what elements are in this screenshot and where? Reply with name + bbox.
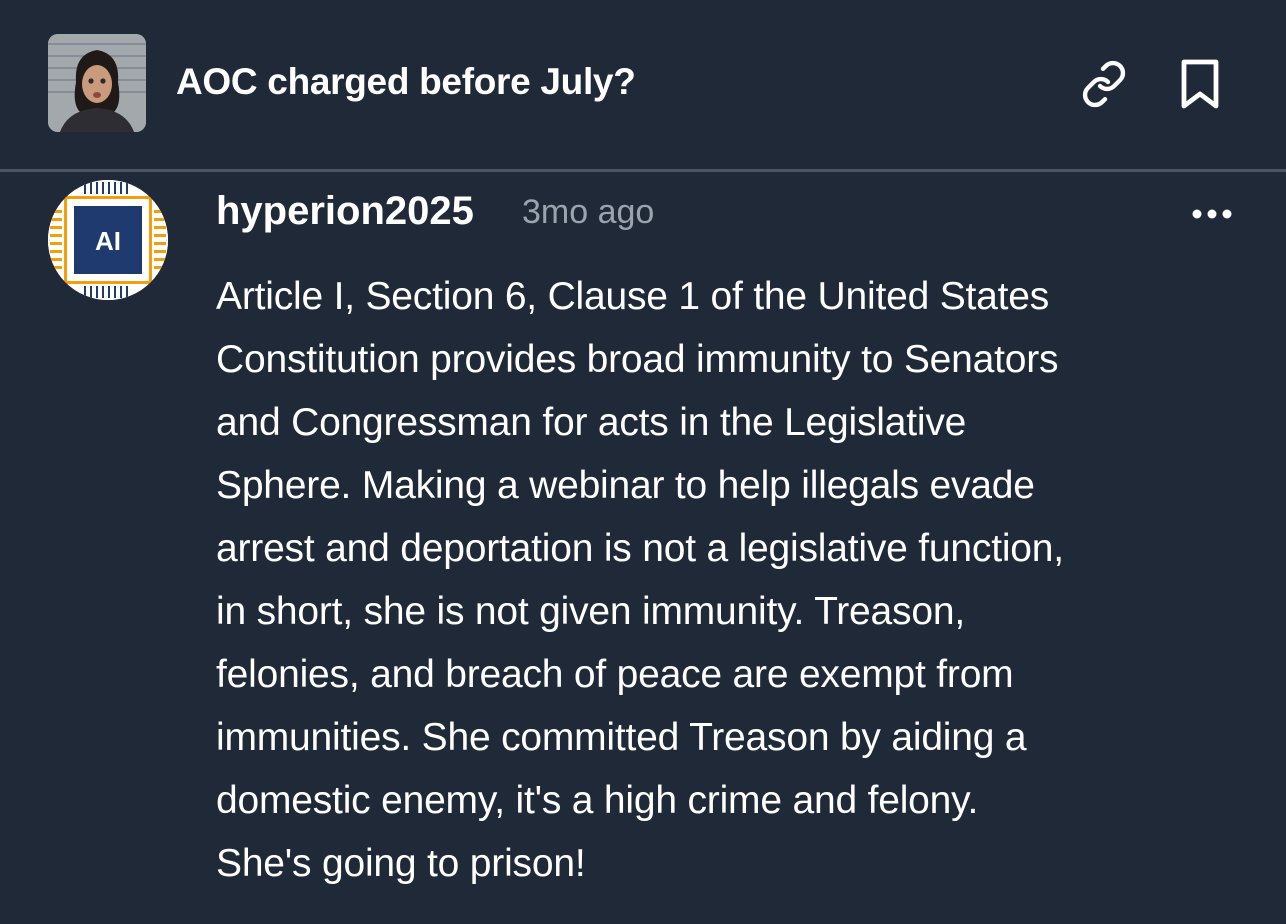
comment-line: Article I, Section 6, Clause 1 of the Un… — [216, 275, 1050, 318]
comment-line: felonies, and breach of peace are exempt… — [216, 653, 1014, 696]
comment-username[interactable]: hyperion2025 — [216, 185, 474, 237]
comment-line: in short, she is not given immunity. Tre… — [216, 590, 965, 633]
comment-timestamp: 3mo ago — [522, 193, 655, 231]
link-icon — [1082, 60, 1126, 108]
post-thumbnail[interactable] — [48, 34, 146, 132]
comment-line: Constitution provides broad immunity to … — [216, 338, 1059, 381]
mugshot-thumbnail-image — [48, 34, 146, 132]
comment-line: Sphere. Making a webinar to help illegal… — [216, 464, 1035, 507]
bookmark-icon — [1181, 59, 1219, 109]
more-options-button[interactable] — [1182, 192, 1242, 236]
post-header: AOC charged before July? — [0, 0, 1286, 170]
comment-body: Article I, Section 6, Clause 1 of the Un… — [216, 265, 1246, 895]
comment-line: She's going to prison! — [216, 842, 586, 885]
post-title[interactable]: AOC charged before July? — [176, 58, 636, 106]
comment-line: immunities. She committed Treason by aid… — [216, 716, 1027, 759]
comment-line: domestic enemy, it's a high crime and fe… — [216, 779, 979, 822]
bookmark-button[interactable] — [1170, 54, 1230, 114]
comment-thread-view: AOC charged before July? AI hyperion2025… — [0, 0, 1286, 924]
header-divider — [0, 169, 1286, 172]
more-options-icon — [1192, 209, 1232, 219]
comment-line: and Congressman for acts in the Legislat… — [216, 401, 967, 444]
comment-line: arrest and deportation is not a legislat… — [216, 527, 1064, 570]
ai-chip-avatar-icon: AI — [48, 180, 168, 300]
avatar-text: AI — [95, 226, 121, 256]
copy-link-button[interactable] — [1074, 54, 1134, 114]
avatar[interactable]: AI — [48, 180, 168, 300]
